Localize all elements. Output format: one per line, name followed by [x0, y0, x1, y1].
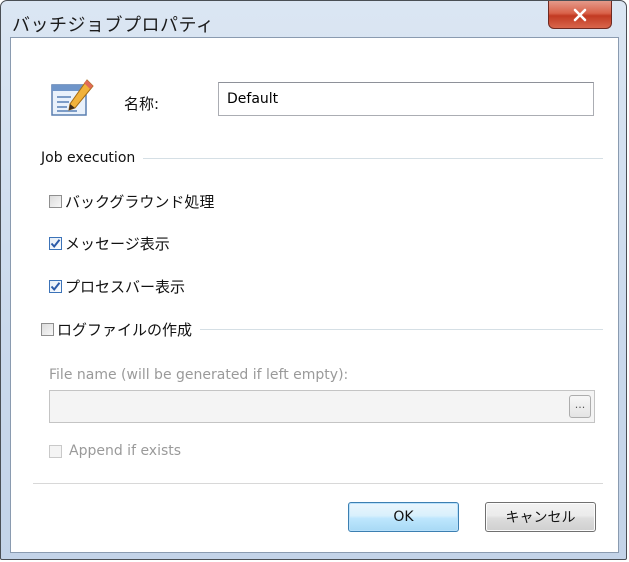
check-mark-icon	[50, 239, 61, 249]
create-log-file-checkbox[interactable]	[41, 323, 54, 336]
name-input[interactable]	[218, 82, 594, 116]
show-messages-checkbox[interactable]	[49, 237, 62, 250]
ok-button[interactable]: OK	[348, 502, 459, 532]
show-messages-label: メッセージ表示	[65, 235, 170, 253]
ok-button-label: OK	[393, 509, 414, 525]
append-if-exists-checkbox[interactable]	[49, 444, 62, 458]
file-name-field[interactable]: ...	[49, 390, 595, 423]
job-execution-group-label: Job execution	[41, 150, 144, 166]
window-title: バッチジョブプロパティ	[12, 15, 215, 36]
append-if-exists-label: Append if exists	[69, 443, 182, 459]
check-mark-icon	[50, 282, 61, 292]
cancel-button-label: キャンセル	[505, 510, 576, 526]
background-processing-option[interactable]: バックグラウンド処理	[49, 191, 214, 212]
close-button[interactable]	[548, 1, 612, 29]
progress-bar-label: プロセスバー表示	[65, 278, 186, 296]
create-log-file-option[interactable]: ログファイルの作成	[41, 319, 201, 340]
browse-button[interactable]: ...	[569, 395, 591, 418]
browse-button-label: ...	[574, 398, 586, 411]
progress-bar-option[interactable]: プロセスバー表示	[49, 276, 185, 297]
create-log-file-label: ログファイルの作成	[57, 321, 193, 339]
background-processing-label: バックグラウンド処理	[65, 193, 215, 211]
dialog-content: 名称: Job execution バックグラウンド処理 メッセージ表示 プロセ…	[10, 37, 619, 553]
file-name-label: File name (will be generated if left emp…	[49, 367, 349, 383]
dialog-window: バッチジョブプロパティ 名称: Job execu	[0, 0, 627, 560]
close-icon	[573, 8, 587, 21]
footer-separator	[33, 483, 603, 484]
cancel-button[interactable]: キャンセル	[485, 502, 596, 532]
title-bar[interactable]: バッチジョブプロパティ	[1, 1, 626, 37]
progress-bar-checkbox[interactable]	[49, 280, 62, 293]
append-if-exists-option[interactable]: Append if exists	[49, 443, 181, 459]
background-processing-checkbox[interactable]	[49, 195, 62, 208]
notepad-pencil-icon	[49, 77, 97, 125]
show-messages-option[interactable]: メッセージ表示	[49, 233, 170, 254]
name-label: 名称:	[124, 95, 160, 113]
